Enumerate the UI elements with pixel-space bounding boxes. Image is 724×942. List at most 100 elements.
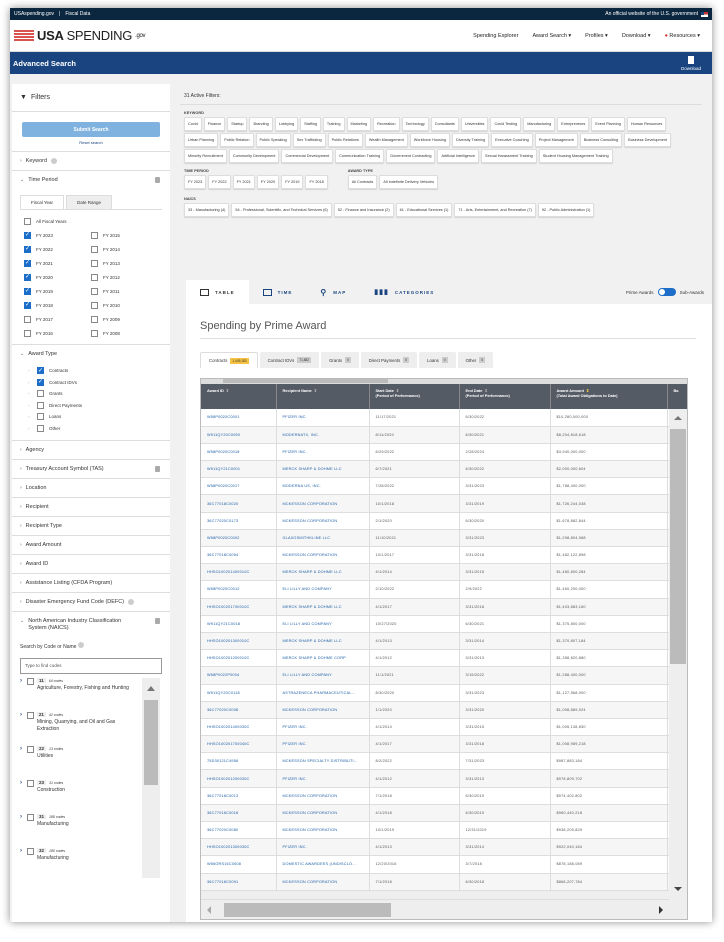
award-id-link[interactable]: W911QY20C0050 — [201, 426, 277, 444]
scroll-left-icon[interactable] — [207, 906, 211, 914]
checkbox[interactable] — [24, 329, 31, 337]
checkbox[interactable]: ✓ — [24, 245, 31, 253]
recipient-name-link[interactable]: MODERNA US, INC. — [276, 477, 370, 496]
subtab-contract-idvs[interactable]: Contract IDVs 71,882 — [259, 352, 320, 368]
chevron-right-icon[interactable]: › — [20, 848, 24, 878]
keyword-filter-chip[interactable]: Universities — [460, 117, 489, 131]
column-header[interactable]: Start Date ⬍ (Period of Performance) — [369, 384, 460, 409]
recipient-name-link[interactable]: DOMESTIC AWARDEES (UNDISCLO... — [276, 855, 370, 874]
keyword-filter-chip[interactable]: Community Development — [228, 149, 280, 163]
recipient-name-link[interactable]: ELI LILLY AND COMPANY — [276, 615, 370, 633]
keyword-filter-chip[interactable]: Staffing — [300, 117, 321, 131]
chevron-right-icon[interactable]: › — [28, 414, 32, 419]
award-id-link[interactable]: 36C77020C0080 — [201, 821, 277, 840]
keyword-filter-chip[interactable]: Government Contracting — [386, 149, 436, 163]
recipient-name-link[interactable]: MCKESSON CORPORATION — [276, 821, 370, 840]
award-id-link[interactable]: HHSO100201400030C — [201, 718, 277, 737]
recipient-name-link[interactable]: PFIZER INC. — [276, 409, 370, 427]
naics-filter-chip[interactable]: 92 - Public Administration (1) — [537, 203, 595, 217]
filter-section[interactable]: › Recipient Type — [12, 516, 170, 535]
checkbox-award-type[interactable]: › Loans — [28, 411, 162, 423]
award-id-link[interactable]: 75D30121C4956 — [201, 752, 277, 771]
checkbox[interactable] — [37, 390, 44, 398]
checkbox-fiscal-year[interactable]: FY 2009 — [91, 314, 158, 324]
naics-filter-chip[interactable]: 52 - Finance and Insurance (2) — [333, 203, 394, 217]
recipient-name-link[interactable]: MCKESSON CORPORATION — [276, 494, 370, 513]
info-icon[interactable] — [128, 599, 135, 605]
filter-time-period[interactable]: ⌄ Time Period — [12, 170, 170, 189]
usaspending-logo[interactable]: USA SPENDING .gov — [14, 28, 146, 43]
award-id-link[interactable]: 36C77020C0008 — [201, 701, 277, 719]
checkbox[interactable]: ✓ — [24, 231, 31, 239]
checkbox[interactable] — [91, 245, 98, 253]
naics-filter-chip[interactable]: 54 - Professional, Scientific, and Techn… — [231, 203, 332, 217]
checkbox-fiscal-year[interactable]: ✓ FY 2022 — [24, 244, 91, 254]
keyword-filter-chip[interactable]: Entrepreneurs — [557, 117, 590, 131]
keyword-filter-chip[interactable]: Event Planning — [591, 117, 625, 131]
chevron-right-icon[interactable]: › — [28, 426, 32, 431]
reset-search-link[interactable]: Reset search — [12, 140, 170, 145]
keyword-filter-chip[interactable]: Public Relations — [327, 133, 363, 147]
award-id-link[interactable]: HHSO100201300030C — [201, 838, 277, 857]
scroll-thumb[interactable] — [670, 429, 686, 664]
award-id-link[interactable]: W58P0020C0002 — [201, 529, 277, 548]
keyword-filter-chip[interactable]: Urban Planning — [184, 133, 219, 147]
keyword-filter-chip[interactable]: Minority Recruitment — [184, 149, 227, 163]
checkbox[interactable] — [91, 231, 98, 239]
filter-keyword[interactable]: › Keyword — [12, 151, 170, 170]
award-id-link[interactable]: 36C77018C0091 — [201, 873, 277, 891]
chevron-right-icon[interactable]: › — [20, 712, 24, 746]
checkbox-fiscal-year[interactable]: ✓ FY 2021 — [24, 258, 91, 268]
naics-search-input[interactable]: Type to find codes — [20, 658, 162, 674]
keyword-filter-chip[interactable]: Sex Trafficking — [292, 133, 326, 147]
tab-time[interactable]: Time — [249, 280, 307, 304]
keyword-filter-chip[interactable]: Recreation — [373, 117, 400, 131]
award-id-link[interactable]: 36C77018C0020 — [201, 494, 277, 513]
filter-section[interactable]: › Award Amount — [12, 535, 170, 554]
scroll-up-icon[interactable] — [674, 416, 682, 420]
checkbox[interactable] — [91, 273, 98, 281]
recipient-name-link[interactable]: ELI LILLY AND COMPANY — [276, 580, 370, 599]
column-header[interactable]: End Date ⬍ (Period of Performance) — [459, 384, 551, 409]
checkbox[interactable]: ✓ — [37, 367, 44, 375]
sort-icon[interactable]: ⬍ — [226, 388, 229, 393]
recipient-name-link[interactable]: MERCK SHARP & DOHME LLC — [276, 598, 370, 616]
chevron-right-icon[interactable]: › — [20, 780, 24, 814]
award-id-link[interactable]: W58P0020C0001 — [201, 409, 277, 427]
keyword-filter-chip[interactable]: Human Resources — [626, 117, 667, 131]
filter-award-type[interactable]: ⌄ Award Type — [12, 344, 170, 363]
checkbox[interactable] — [27, 780, 34, 787]
checkbox-award-type[interactable]: › ✓ Contract IDVs — [28, 377, 162, 389]
recipient-name-link[interactable]: MCKESSON CORPORATION — [276, 804, 370, 823]
scroll-thumb[interactable] — [224, 903, 391, 917]
checkbox[interactable] — [27, 678, 34, 685]
checkbox[interactable]: ✓ — [24, 259, 31, 267]
checkbox[interactable] — [27, 848, 34, 855]
recipient-name-link[interactable]: MERCK SHARP & DOHME LLC — [276, 563, 370, 582]
nav-download[interactable]: Download ▾ — [622, 33, 651, 39]
keyword-filter-chip[interactable]: Business Development — [624, 133, 671, 147]
chevron-right-icon[interactable]: › — [28, 368, 32, 373]
checkbox[interactable]: ✓ — [24, 287, 31, 295]
award-id-link[interactable]: HHSO100201200030C — [201, 769, 277, 788]
award-id-link[interactable]: HHSO100201700010C — [201, 598, 277, 616]
nav-profiles[interactable]: Profiles ▾ — [585, 33, 608, 39]
nav-resources[interactable]: ● Resources ▾ — [665, 33, 700, 39]
info-icon[interactable] — [51, 158, 58, 164]
download-button[interactable]: Download — [681, 55, 709, 71]
column-header[interactable]: Award Amount ⬍ (Total Award Obligations to… — [550, 384, 668, 409]
checkbox-all-fiscal-years[interactable]: All Fiscal Years — [24, 216, 158, 226]
site-link[interactable]: USAspending.gov — [14, 11, 54, 17]
time-filter-chip[interactable]: FY 2022 — [208, 175, 231, 189]
recipient-name-link[interactable]: ELI LILLY AND COMPANY — [276, 666, 370, 685]
keyword-filter-chip[interactable]: Sexual Harassment Training — [481, 149, 537, 163]
chevron-right-icon[interactable]: › — [28, 380, 32, 385]
keyword-filter-chip[interactable]: Manufacturing — [523, 117, 556, 131]
chevron-right-icon[interactable]: › — [20, 746, 24, 780]
award-id-link[interactable]: W58P0022P0004 — [201, 666, 277, 685]
filter-naics[interactable]: ⌄ North American Industry Classification … — [12, 611, 170, 638]
checkbox-fiscal-year[interactable]: FY 2015 — [91, 230, 158, 240]
time-filter-chip[interactable]: FY 2019 — [281, 175, 304, 189]
checkbox[interactable] — [27, 814, 34, 821]
award-id-link[interactable]: 36C77018C0054 — [201, 546, 277, 565]
